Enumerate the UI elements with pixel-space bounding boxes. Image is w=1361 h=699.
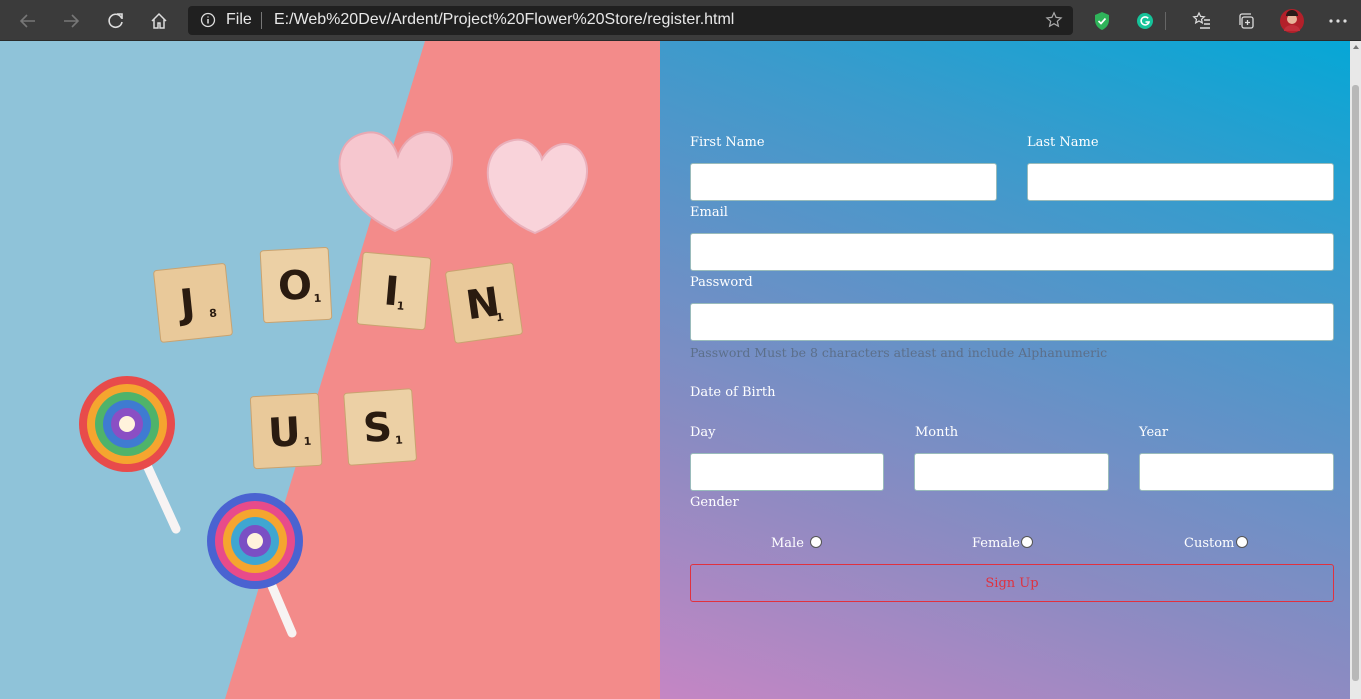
tile-score: 8 <box>209 306 218 320</box>
file-label: File <box>226 11 252 28</box>
home-icon[interactable] <box>146 8 172 34</box>
gender-custom-label: Custom <box>1184 536 1235 551</box>
day-input[interactable] <box>690 453 884 491</box>
gender-label: Gender <box>690 495 739 510</box>
last-name-label: Last Name <box>1027 135 1099 150</box>
year-input[interactable] <box>1139 453 1334 491</box>
favorites-icon[interactable] <box>1189 8 1215 34</box>
collections-icon[interactable] <box>1233 8 1259 34</box>
tile-letter: U <box>267 409 302 457</box>
address-separator <box>261 12 262 29</box>
email-label: Email <box>690 205 728 220</box>
password-input[interactable] <box>690 303 1334 341</box>
first-name-input[interactable] <box>690 163 997 201</box>
favorite-star-icon[interactable] <box>1045 11 1063 33</box>
more-menu-icon[interactable] <box>1325 8 1351 34</box>
tile-score: 1 <box>313 292 321 305</box>
day-label: Day <box>690 425 716 440</box>
grammarly-icon[interactable] <box>1132 8 1158 34</box>
gender-custom-radio[interactable] <box>1236 536 1248 548</box>
tile-score: 1 <box>395 433 404 447</box>
url-text[interactable]: E:/Web%20Dev/Ardent/Project%20Flower%20S… <box>274 11 734 29</box>
scrollbar-thumb[interactable] <box>1352 85 1359 681</box>
address-bar[interactable]: File E:/Web%20Dev/Ardent/Project%20Flowe… <box>188 6 1073 35</box>
password-label: Password <box>690 275 753 290</box>
last-name-input[interactable] <box>1027 163 1334 201</box>
tile-letter: S <box>362 404 394 452</box>
scroll-up-icon[interactable] <box>1353 45 1359 49</box>
page-scrollbar[interactable] <box>1350 41 1361 699</box>
browser-toolbar: File E:/Web%20Dev/Ardent/Project%20Flowe… <box>0 0 1361 41</box>
gender-male-label: Male <box>771 536 804 551</box>
toolbar-divider <box>1160 8 1172 34</box>
first-name-label: First Name <box>690 135 765 150</box>
password-hint: Password Must be 8 characters atleast an… <box>690 345 1108 360</box>
month-label: Month <box>915 425 959 440</box>
profile-avatar[interactable] <box>1279 8 1305 34</box>
year-label: Year <box>1139 425 1169 440</box>
info-icon[interactable] <box>200 12 216 32</box>
tile-score: 1 <box>396 299 405 313</box>
gender-male-radio[interactable] <box>810 536 822 548</box>
forward-arrow-icon[interactable] <box>58 8 84 34</box>
back-arrow-icon[interactable] <box>15 8 41 34</box>
join-us-hero-image: J 8 O 1 I 1 N 1 U 1 S 1 <box>0 41 660 699</box>
gender-female-label: Female <box>972 536 1020 551</box>
refresh-icon[interactable] <box>103 8 129 34</box>
date-of-birth-label: Date of Birth <box>690 385 776 400</box>
gender-female-radio[interactable] <box>1021 536 1033 548</box>
sign-up-button[interactable]: Sign Up <box>690 564 1334 602</box>
month-input[interactable] <box>914 453 1109 491</box>
tile-score: 1 <box>303 435 311 448</box>
email-input[interactable] <box>690 233 1334 271</box>
tile-letter: O <box>277 262 313 310</box>
shield-extension-icon[interactable] <box>1089 8 1115 34</box>
